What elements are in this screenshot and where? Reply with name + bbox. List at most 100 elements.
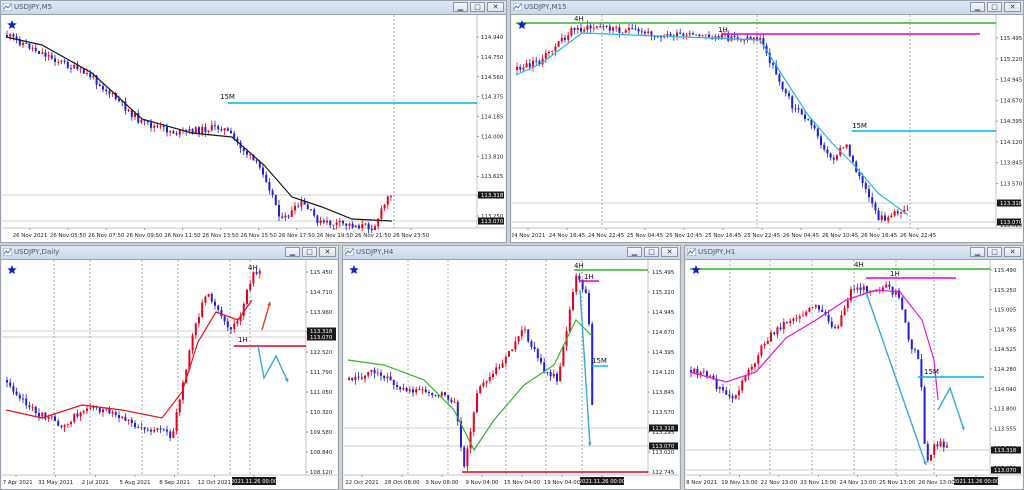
candle-body [73, 65, 76, 69]
title-bar[interactable]: USDJPY,M5 ▁ □ ✕ [1, 1, 506, 15]
price-tick-label: 114.940 [481, 35, 504, 41]
candle-body [41, 412, 44, 417]
candle-body [418, 389, 421, 390]
candle-body [351, 223, 354, 228]
candle-body [57, 420, 60, 426]
candle-body [6, 35, 8, 37]
candle-body [695, 34, 698, 36]
timeframe-label: 1H [718, 26, 728, 34]
chart-area[interactable]: 4H 1H 15M 115.495 115.220 114.945 114.670 114.3… [344, 260, 679, 489]
price-tick-label: 114.395 [1000, 119, 1022, 125]
candle-body [38, 50, 40, 54]
candle-body [907, 322, 910, 340]
candle-body [615, 27, 618, 29]
close-button[interactable]: ✕ [319, 247, 336, 257]
candle-body [156, 428, 159, 430]
candle-body [41, 52, 44, 54]
time-tick-label: 2 Jul 2021 [82, 480, 109, 486]
chart-window-daily[interactable]: USDJPY,Daily ▁ □ ✕ 4H 1H 115.450 114.710 113… [0, 245, 339, 490]
price-tick-label: 114.000 [481, 134, 504, 140]
candle-body [444, 392, 446, 395]
close-button[interactable]: ✕ [1004, 247, 1021, 257]
projection-line[interactable] [257, 345, 289, 383]
timeframe-label: 1H [890, 270, 900, 278]
timeframe-label: 4H [574, 15, 584, 23]
title-bar[interactable]: USDJPY,Daily ▁ □ ✕ [1, 246, 338, 260]
candle-body [884, 215, 886, 221]
time-tick-label: 26 Nov 19:50 [317, 233, 354, 239]
candle-body [770, 332, 772, 342]
chart-window-m5[interactable]: USDJPY,M5 ▁ □ ✕ 15M 114.940 114.750 114.560… [0, 0, 507, 243]
chart-area[interactable]: 4H 1H 15M 115.495 115.220 114.945 114.670 114.3… [511, 15, 1023, 242]
candle-body [146, 429, 149, 431]
chart-window-m15[interactable]: USDJPY,M15 ▁ □ ✕ 4H 1H 15M 115.495 115.220 11… [510, 0, 1024, 243]
title-bar[interactable]: USDJPY,H1 ▁ □ ✕ [685, 246, 1023, 260]
candle-body [866, 286, 868, 293]
candle-body [389, 376, 392, 381]
candle-body [306, 204, 309, 210]
title-bar[interactable]: USDJPY,M15 ▁ □ ✕ [511, 1, 1023, 15]
close-button[interactable]: ✕ [487, 2, 504, 12]
minimize-button[interactable]: ▁ [285, 247, 300, 257]
candle-body [198, 127, 200, 134]
chart-area[interactable]: 15M 114.940 114.750 114.560 114.375 114.185 11… [2, 15, 505, 242]
chart-window-h1[interactable]: USDJPY,H1 ▁ □ ✕ 4H 1H 15M 115.490 115.250 115… [684, 245, 1024, 490]
time-tick-label: 23 Nov 13:00 [800, 480, 837, 486]
price-chart[interactable]: 4H 1H 15M 115.490 115.250 115.005 114.765 114.5… [685, 260, 1022, 489]
price-chart[interactable]: 4H1H115.450114.710113.960113.210112.5201… [1, 260, 337, 489]
candle-body [294, 205, 296, 211]
time-tick-label: 18 Nov 2021 [686, 480, 717, 486]
candle-body [827, 314, 830, 322]
projection-line[interactable] [937, 386, 965, 431]
close-button[interactable]: ✕ [661, 247, 678, 257]
time-tick-label: 5 Aug 2021 [119, 480, 150, 486]
candle-body [44, 412, 47, 419]
maximize-button[interactable]: □ [987, 2, 1002, 12]
candle-body [846, 300, 849, 308]
candle-body [262, 167, 264, 175]
candle-body [175, 412, 178, 432]
candle-body [405, 387, 408, 392]
maximize-button[interactable]: □ [987, 247, 1002, 257]
maximize-button[interactable]: □ [302, 247, 317, 257]
candle-body [44, 52, 47, 57]
candle-body [466, 448, 469, 467]
price-chart[interactable]: 4H1H15M115.495115.220114.945114.670114.3… [511, 15, 1023, 242]
candle-body [402, 387, 405, 390]
candle-body [936, 444, 939, 447]
candle-body [162, 429, 165, 431]
star-icon [7, 20, 17, 30]
minimize-button[interactable]: ▁ [453, 2, 468, 12]
price-tick-label: 115.450 [310, 270, 333, 276]
candle-body [290, 210, 293, 217]
candle-body [274, 194, 277, 205]
candle-body [124, 416, 127, 421]
minimize-button[interactable]: ▁ [970, 2, 985, 12]
candle-body [50, 416, 53, 418]
minimize-button[interactable]: ▁ [627, 247, 642, 257]
candle-body [682, 33, 685, 36]
time-tick-label: 9 Nov 04:00 [466, 480, 499, 486]
candle-body [738, 390, 740, 396]
candle-body [373, 369, 376, 374]
candle-body [9, 382, 12, 387]
title-bar[interactable]: USDJPY,H4 ▁ □ ✕ [343, 246, 680, 260]
maximize-button[interactable]: □ [470, 2, 485, 12]
chart-window-h4[interactable]: USDJPY,H4 ▁ □ ✕ 4H 1H 15M 115.495 115.220 114… [342, 245, 681, 490]
candle-body [463, 447, 466, 467]
maximize-button[interactable]: □ [644, 247, 659, 257]
candle-body [779, 327, 782, 330]
price-chart[interactable]: 4H1H15M115.495115.220114.945114.670114.3… [344, 260, 679, 489]
price-tick-label: 112.745 [652, 470, 674, 476]
price-chart[interactable]: 15M 114.940 114.750 114.560 114.375 114.185 11… [2, 15, 505, 242]
close-button[interactable]: ✕ [1004, 2, 1021, 12]
price-tick-label: 114.120 [652, 370, 675, 376]
candle-body [698, 34, 701, 37]
chart-area[interactable]: 4H 1H 15M 115.490 115.250 115.005 114.765 114.5… [685, 260, 1022, 489]
chart-area[interactable]: 4H1H115.450114.710113.960113.210112.5201… [1, 260, 337, 489]
projection-line[interactable] [261, 301, 271, 331]
minimize-button[interactable]: ▁ [970, 247, 985, 257]
time-tick-label: 26 Nov 16:45 [861, 233, 897, 239]
candle-body [214, 125, 216, 127]
candle-body [447, 394, 450, 400]
